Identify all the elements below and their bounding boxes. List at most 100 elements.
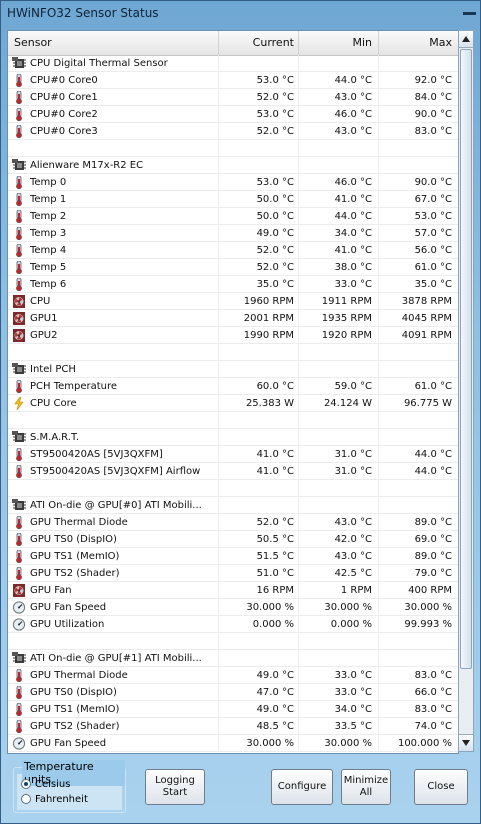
sensor-row[interactable]: CPU#0 Core0 53.0 °C 44.0 °C 92.0 °C: [8, 72, 458, 89]
fan-icon: [12, 310, 28, 327]
thermometer-icon: [12, 89, 28, 106]
thermometer-icon: [12, 531, 28, 548]
max-value: 83.0 °C: [378, 123, 458, 140]
max-value: 100.000 %: [378, 735, 458, 752]
max-value: [378, 633, 458, 650]
minimize-all-button[interactable]: Minimize All: [341, 769, 391, 805]
sensor-row[interactable]: CPU#0 Core2 53.0 °C 46.0 °C 90.0 °C: [8, 106, 458, 123]
thermometer-icon: [12, 276, 28, 293]
sensor-row[interactable]: GPU TS2 (Shader) 51.0 °C 42.5 °C 79.0 °C: [8, 565, 458, 582]
sensor-group-row[interactable]: ATI On-die @ GPU[#0] ATI Mobili...: [8, 497, 458, 514]
thermometer-icon: [12, 667, 28, 684]
column-header-sensor[interactable]: Sensor: [8, 31, 218, 55]
sensor-row[interactable]: GPU Thermal Diode 49.0 °C 33.0 °C 83.0 °C: [8, 667, 458, 684]
radio-fahrenheit[interactable]: Fahrenheit: [21, 793, 88, 807]
column-header-current[interactable]: Current: [218, 31, 298, 55]
max-value: 84.0 °C: [378, 89, 458, 106]
sensor-row[interactable]: ST9500420AS [5VJ3QXFM] Airflow 41.0 °C 31.…: [8, 463, 458, 480]
sensor-row[interactable]: PCH Temperature 60.0 °C 59.0 °C 61.0 °C: [8, 378, 458, 395]
sensor-row[interactable]: GPU TS0 (DispIO) 50.5 °C 42.0 °C 69.0 °C: [8, 531, 458, 548]
min-value: 30.000 %: [298, 735, 378, 752]
sensor-name: GPU2: [30, 330, 58, 341]
current-value: [218, 412, 298, 429]
sensor-row[interactable]: Temp 6 35.0 °C 33.0 °C 35.0 °C: [8, 276, 458, 293]
sensor-name: GPU TS0 (DispIO): [30, 534, 117, 545]
close-button[interactable]: Close: [414, 769, 468, 805]
sensor-name: CPU Digital Thermal Sensor: [30, 58, 168, 69]
sensor-name: Temp 6: [30, 279, 67, 290]
configure-button[interactable]: Configure: [271, 769, 333, 805]
max-value: 35.0 °C: [378, 276, 458, 293]
scrollbar-thumb[interactable]: [460, 49, 472, 669]
current-value: 35.0 °C: [218, 276, 298, 293]
sensor-row[interactable]: CPU Core 25.383 W 24.124 W 96.775 W: [8, 395, 458, 412]
radio-unselected-icon[interactable]: [21, 794, 31, 804]
max-value: 61.0 °C: [378, 378, 458, 395]
max-value: 67.0 °C: [378, 191, 458, 208]
close-label: Close: [427, 781, 455, 792]
sensor-row[interactable]: GPU TS0 (DispIO) 47.0 °C 33.0 °C 66.0 °C: [8, 684, 458, 701]
thermometer-icon: [12, 242, 28, 259]
sensor-row[interactable]: GPU TS1 (MemIO) 51.5 °C 43.0 °C 89.0 °C: [8, 548, 458, 565]
sensor-row[interactable]: GPU2 1990 RPM 1920 RPM 4091 RPM: [8, 327, 458, 344]
blank-row: [8, 480, 458, 497]
sensor-row[interactable]: Temp 0 53.0 °C 46.0 °C 90.0 °C: [8, 174, 458, 191]
logging-start-label: Logging Start: [155, 775, 195, 798]
sensor-group-row[interactable]: CPU Digital Thermal Sensor: [8, 55, 458, 72]
sensor-row[interactable]: Temp 5 52.0 °C 38.0 °C 61.0 °C: [8, 259, 458, 276]
max-value: [378, 361, 458, 378]
current-value: 52.0 °C: [218, 259, 298, 276]
sensor-name: Temp 2: [30, 211, 67, 222]
sensor-row[interactable]: Temp 4 52.0 °C 41.0 °C 56.0 °C: [8, 242, 458, 259]
radio-selected-icon[interactable]: [21, 779, 31, 789]
column-header-max[interactable]: Max: [378, 31, 458, 55]
sensor-row[interactable]: GPU Utilization 0.000 % 0.000 % 99.993 %: [8, 616, 458, 633]
sensor-row[interactable]: GPU Fan Speed 30.000 % 30.000 % 30.000 %: [8, 599, 458, 616]
sensor-row[interactable]: Temp 1 50.0 °C 41.0 °C 67.0 °C: [8, 191, 458, 208]
vertical-scrollbar[interactable]: [458, 30, 474, 752]
sensor-group-row[interactable]: ATI On-die @ GPU[#1] ATI Mobili...: [8, 650, 458, 667]
sensor-group-row[interactable]: Alienware M17x-R2 EC: [8, 157, 458, 174]
max-value: 30.000 %: [378, 599, 458, 616]
current-value: [218, 361, 298, 378]
thermometer-icon: [12, 514, 28, 531]
sensor-name: GPU Fan Speed: [30, 602, 107, 613]
sensor-row[interactable]: Temp 2 50.0 °C 44.0 °C 53.0 °C: [8, 208, 458, 225]
sensor-group-row[interactable]: Intel PCH: [8, 361, 458, 378]
sensor-row[interactable]: GPU TS2 (Shader) 48.5 °C 33.5 °C 74.0 °C: [8, 718, 458, 735]
sensor-row[interactable]: ST9500420AS [5VJ3QXFM] 41.0 °C 31.0 °C 44.0…: [8, 446, 458, 463]
min-value: 1935 RPM: [298, 310, 378, 327]
current-value: 52.0 °C: [218, 123, 298, 140]
sensor-row[interactable]: GPU TS1 (MemIO) 49.0 °C 34.0 °C 83.0 °C: [8, 701, 458, 718]
min-value: 34.0 °C: [298, 225, 378, 242]
scroll-down-button[interactable]: [459, 734, 473, 751]
title-bar: HWiNFO32 Sensor Status: [1, 1, 480, 28]
column-header-min[interactable]: Min: [298, 31, 378, 55]
sensor-row[interactable]: GPU Fan Speed 30.000 % 30.000 % 100.000 %: [8, 735, 458, 752]
sensor-name: GPU Fan Speed: [30, 738, 107, 749]
sensor-name: GPU Utilization: [30, 619, 105, 630]
scroll-up-button[interactable]: [459, 31, 473, 48]
sensor-row[interactable]: GPU1 2001 RPM 1935 RPM 4045 RPM: [8, 310, 458, 327]
min-value: 1 RPM: [298, 582, 378, 599]
max-value: 99.993 %: [378, 616, 458, 633]
sensor-table: Sensor Current Min Max CPU Digital Therm…: [7, 30, 459, 754]
sensor-row[interactable]: CPU 1960 RPM 1911 RPM 3878 RPM: [8, 293, 458, 310]
minimize-icon[interactable]: [463, 12, 476, 15]
sensor-row[interactable]: GPU Thermal Diode 52.0 °C 43.0 °C 89.0 °C: [8, 514, 458, 531]
sensor-row[interactable]: CPU#0 Core3 52.0 °C 43.0 °C 83.0 °C: [8, 123, 458, 140]
radio-celsius[interactable]: Celsius: [21, 778, 70, 792]
current-value: 52.0 °C: [218, 514, 298, 531]
sensor-group-row[interactable]: S.M.A.R.T.: [8, 429, 458, 446]
min-value: 46.0 °C: [298, 174, 378, 191]
logging-start-button[interactable]: Logging Start: [145, 769, 205, 805]
sensor-row[interactable]: GPU Fan 16 RPM 1 RPM 400 RPM: [8, 582, 458, 599]
sensor-name: GPU TS0 (DispIO): [30, 687, 117, 698]
sensor-row[interactable]: CPU#0 Core1 52.0 °C 43.0 °C 84.0 °C: [8, 89, 458, 106]
sensor-row[interactable]: Temp 3 49.0 °C 34.0 °C 57.0 °C: [8, 225, 458, 242]
sensor-name: GPU TS1 (MemIO): [30, 551, 120, 562]
current-value: 52.0 °C: [218, 242, 298, 259]
fan-icon: [12, 582, 28, 599]
thermometer-icon: [12, 123, 28, 140]
max-value: 61.0 °C: [378, 259, 458, 276]
